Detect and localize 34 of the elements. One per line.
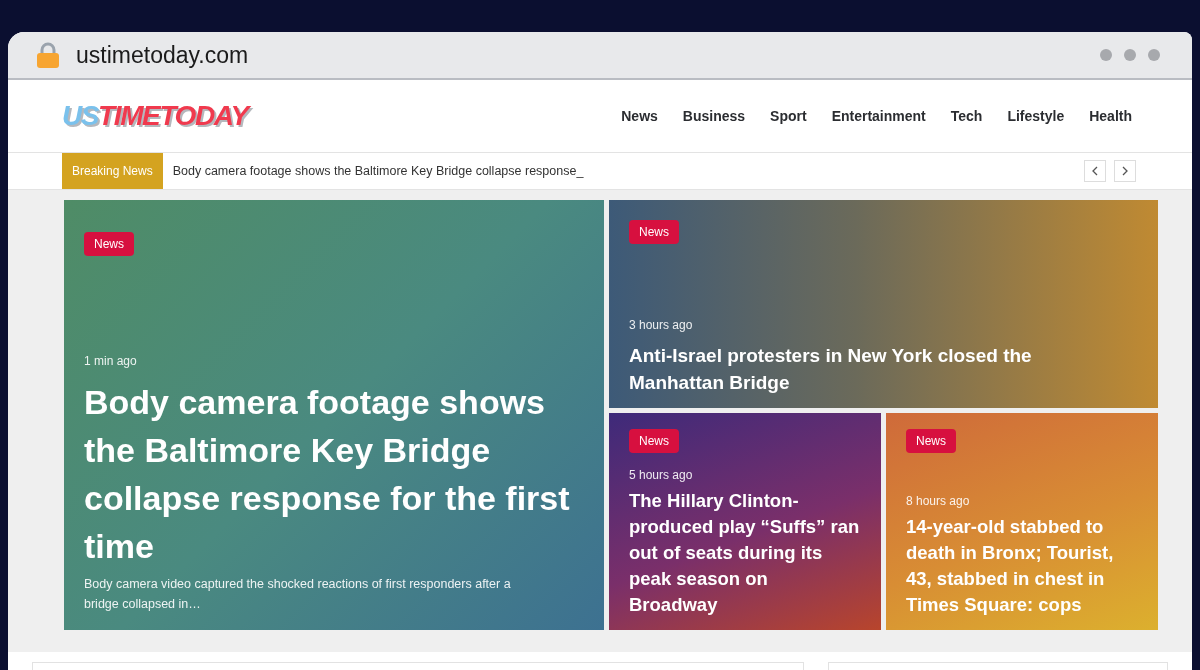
category-badge[interactable]: News [629,429,679,453]
story-time: 3 hours ago [629,317,694,334]
story-card[interactable]: News 1 min ago Body camera footage shows the Baltimore Key Bridge collapse response for the first time Body camera video captured the shocked reactions of first responders after a bridge collapsed in… [64,200,604,630]
story-excerpt: Body camera video captured the shocked reactions of first responders after a bridge collapsed in… [84,576,512,613]
story-card[interactable]: News 5 hours ago The Hillary Clinton-produced play “Suffs” ran out of seats during its peak season on Broadway [609,413,881,630]
nav-link[interactable]: Business [682,105,746,127]
nav-link[interactable]: News [621,105,658,127]
window-control-icon[interactable] [1100,49,1112,61]
window-control-icon[interactable] [1148,49,1160,61]
previous-button[interactable] [1084,160,1106,182]
category-badge[interactable]: News [906,429,956,453]
category-badge[interactable]: News [629,220,679,244]
nav-link[interactable]: Tech [950,105,983,127]
next-button[interactable] [1114,160,1136,182]
story-card[interactable]: News 3 hours ago Anti-Israel protesters in New York closed the Manhattan Bridge [609,200,1158,408]
story-title[interactable]: Anti-Israel protesters in New York closed the Manhattan Bridge [629,342,1079,396]
nav-link[interactable]: Entertainment [831,105,926,127]
breaking-news-label: Breaking News [62,153,163,189]
chevron-left-icon [1092,166,1098,176]
story-card[interactable]: News 8 hours ago 14-year-old stabbed to death in Bronx; Tourist, 43, stabbed in chest in Times Square: cops [886,413,1158,630]
nav-link[interactable]: Health [1089,105,1132,127]
category-badge[interactable]: News [84,232,134,256]
story-title[interactable]: The Hillary Clinton-produced play “Suffs” ran out of seats during its peak season on Broadway [629,488,861,618]
window-control-icon[interactable] [1124,49,1136,61]
story-time: 8 hours ago [906,493,971,510]
chevron-right-icon [1122,166,1128,176]
story-time: 5 hours ago [629,467,694,484]
lock-icon [36,42,60,68]
url-text[interactable]: ustimetoday.com [76,37,249,73]
ticker-headline[interactable]: Body camera footage shows the Baltimore Key Bridge collapse response_ [172,161,584,181]
story-time: 1 min ago [84,353,138,370]
nav-link[interactable]: Sport [770,105,807,127]
nav-link[interactable]: Lifestyle [1007,105,1065,127]
story-title[interactable]: Body camera footage shows the Baltimore Key Bridge collapse response for the first time [84,378,584,570]
